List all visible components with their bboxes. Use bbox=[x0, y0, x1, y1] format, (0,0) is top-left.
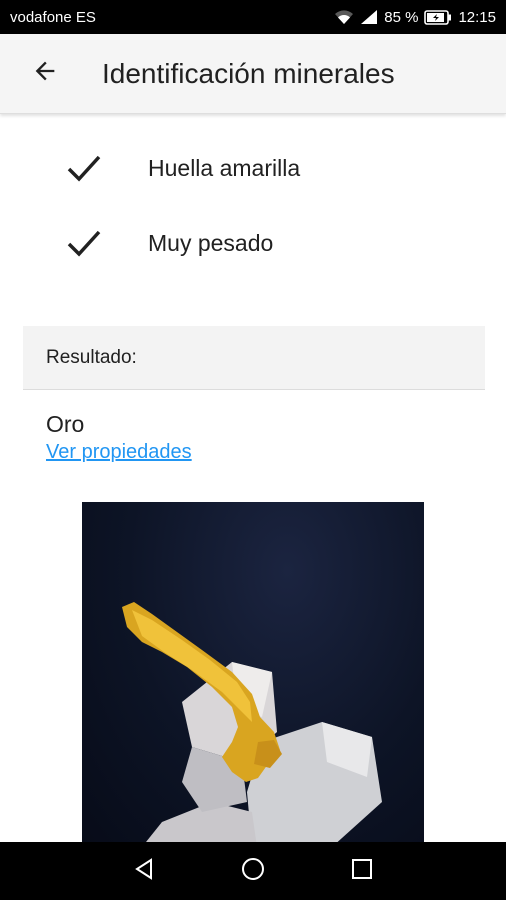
criteria-label: Huella amarilla bbox=[148, 154, 301, 181]
navigation-bar bbox=[0, 842, 506, 900]
criteria-item-1: Huella amarilla bbox=[0, 143, 506, 193]
check-icon bbox=[66, 153, 102, 188]
arrow-back-icon bbox=[31, 57, 59, 90]
battery-percent: 85 % bbox=[384, 8, 419, 26]
nav-home-icon bbox=[240, 856, 266, 887]
clock: 12:15 bbox=[458, 8, 496, 26]
page-title: Identificación minerales bbox=[102, 57, 395, 89]
app-bar: Identificación minerales bbox=[0, 34, 506, 114]
check-icon bbox=[66, 228, 102, 263]
nav-recents-icon bbox=[351, 858, 373, 885]
wifi-icon bbox=[334, 9, 354, 25]
result-header: Resultado: bbox=[23, 326, 485, 390]
mineral-photo bbox=[82, 502, 424, 842]
carrier-name: vodafone ES bbox=[10, 8, 96, 26]
signal-icon bbox=[360, 9, 378, 25]
status-icons: 85 % 12:15 bbox=[334, 9, 496, 26]
criteria-item-2: Muy pesado bbox=[0, 218, 506, 268]
view-properties-link[interactable]: Ver propiedades bbox=[46, 441, 192, 464]
nav-back-icon bbox=[132, 857, 156, 886]
nav-home-button[interactable] bbox=[233, 851, 273, 891]
nav-recents-button[interactable] bbox=[342, 851, 382, 891]
criteria-label: Muy pesado bbox=[148, 229, 274, 256]
status-bar: vodafone ES 85 % 12:15 bbox=[0, 0, 506, 34]
nav-back-button[interactable] bbox=[124, 851, 164, 891]
battery-charging-icon bbox=[424, 9, 452, 25]
mineral-name: Oro bbox=[46, 411, 85, 437]
main-content[interactable]: Huella amarilla Muy pesado Resultado: Or… bbox=[0, 115, 506, 842]
back-button[interactable] bbox=[0, 34, 90, 114]
